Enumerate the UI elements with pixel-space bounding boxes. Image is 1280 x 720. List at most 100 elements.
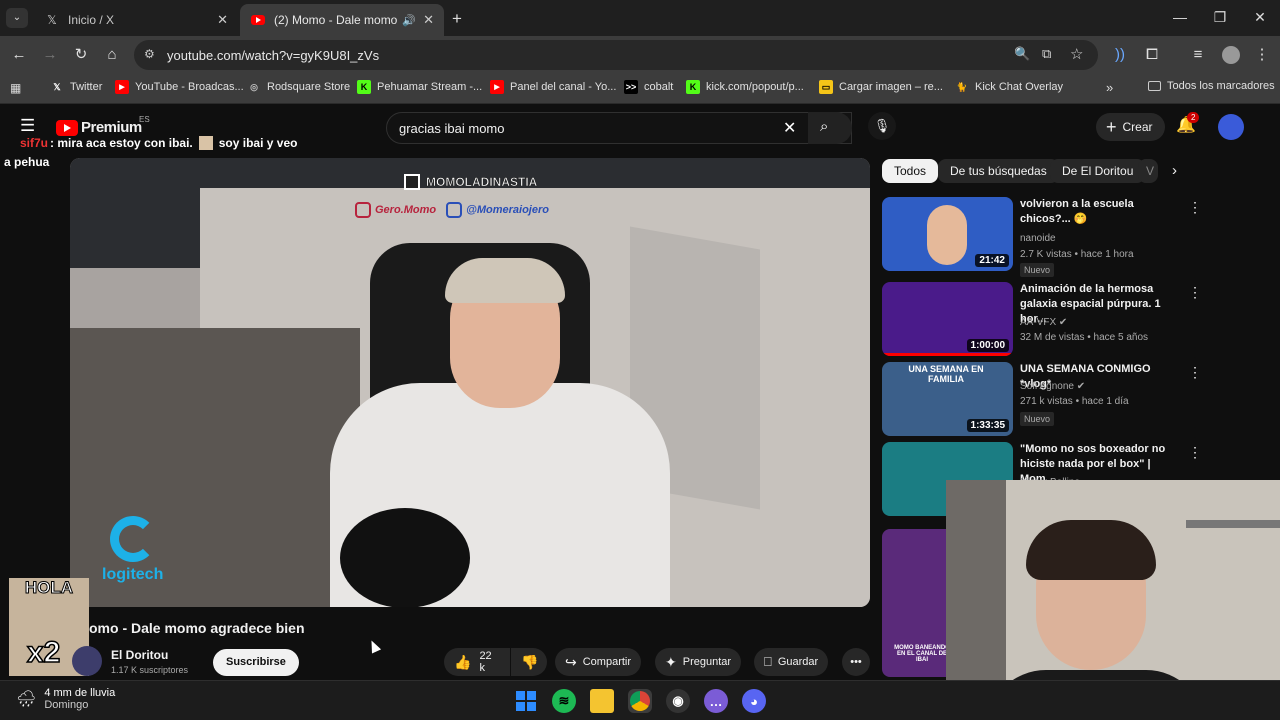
recommendation-item[interactable]: UNA SEMANA EN FAMILIA 1:33:35 UNA SEMANA… (882, 362, 1202, 438)
extensions-icon[interactable]: ⧠ (1142, 45, 1162, 65)
chip-de-tus-busquedas[interactable]: De tus búsquedas (938, 159, 1059, 183)
chevron-right-icon[interactable]: » (1106, 80, 1113, 95)
bookmark-cargar-imagen[interactable]: ▭ Cargar imagen – re... (819, 80, 943, 94)
apps-grid-icon[interactable]: ▦ (10, 81, 21, 95)
chat-app-icon[interactable]: … (704, 689, 728, 713)
search-input[interactable]: gracias ibai momo ✕ (386, 112, 852, 144)
emote-image (198, 136, 213, 150)
weather-day: Domingo (44, 699, 89, 711)
bookmark-youtube-broadcast[interactable]: ▶ YouTube - Broadcas... (115, 80, 244, 94)
reload-icon[interactable]: ↻ (71, 45, 91, 65)
search-icon: ⌕ (820, 118, 829, 135)
media-control-icon[interactable]: ≡ (1188, 45, 1208, 65)
notification-count: 2 (1187, 112, 1200, 123)
all-bookmarks[interactable]: Todos los marcadores (1148, 80, 1275, 92)
save-label: Guardar (777, 656, 819, 668)
more-vertical-icon[interactable]: ⋮ (1188, 199, 1202, 216)
spotify-icon[interactable]: ≋ (552, 689, 576, 713)
window-close-button[interactable]: ✕ (1250, 9, 1270, 26)
chat-overlay: sif7u : mira aca estoy con ibai. soy iba… (20, 136, 297, 150)
recommendation-item[interactable]: 1:00:00 Animación de la hermosa galaxia … (882, 282, 1202, 358)
search-button[interactable]: ⌕ (808, 112, 852, 144)
bookmark-label: Rodsquare Store (267, 81, 351, 93)
site-info-icon[interactable]: ⚙ (144, 47, 155, 61)
close-icon[interactable]: ✕ (217, 12, 228, 28)
cast-icon[interactable]: )) (1110, 45, 1130, 65)
recommendation-item[interactable]: 21:42 volvieron a la escuela chicos?... … (882, 197, 1202, 277)
video-meta: 32 M de vistas • hace 5 años (1020, 332, 1149, 343)
windows-start-icon[interactable] (514, 689, 538, 713)
profile-avatar[interactable] (1222, 46, 1240, 64)
bookmark-panel[interactable]: ▶ Panel del canal - Yo... (490, 80, 616, 94)
speaker-icon[interactable]: 🔊 (402, 14, 416, 27)
chrome-menu-icon[interactable]: ⋮ (1252, 45, 1272, 65)
video-thumbnail[interactable]: 1:00:00 (882, 282, 1013, 356)
share-label: Compartir (582, 656, 632, 668)
video-thumbnail[interactable]: 21:42 (882, 197, 1013, 271)
tab-x[interactable]: 𝕏 Inicio / X ✕ (34, 4, 238, 36)
new-tab-button[interactable]: + (452, 9, 462, 29)
ask-button[interactable]: ✦ Preguntar (655, 648, 742, 676)
region-badge: ES (139, 115, 150, 124)
clear-search-icon[interactable]: ✕ (783, 118, 796, 138)
channel-name[interactable]: El Doritou (111, 648, 168, 662)
bookmark-kick-chat-overlay[interactable]: 🐈 Kick Chat Overlay (955, 80, 1063, 94)
close-icon[interactable]: ✕ (423, 12, 434, 28)
hamburger-menu-icon[interactable]: ☰ (20, 116, 35, 136)
install-icon[interactable]: ⧉ (1042, 46, 1051, 62)
subscribe-label: Suscribirse (226, 656, 286, 668)
tab-search-button[interactable]: ⌄ (6, 8, 28, 28)
create-button[interactable]: + Crear (1096, 113, 1165, 141)
channel-name[interactable]: nanoide (1020, 233, 1056, 244)
channel-name[interactable]: AA-VFX (1020, 317, 1056, 328)
chrome-icon[interactable] (628, 689, 652, 713)
back-icon[interactable]: ← (9, 45, 29, 65)
like-button[interactable]: 👍 22 k (444, 648, 510, 676)
dislike-button[interactable]: 👎 (511, 648, 547, 676)
channel-avatar[interactable] (72, 646, 102, 676)
file-explorer-icon[interactable] (590, 689, 614, 713)
notifications-button[interactable]: 🔔 2 (1176, 112, 1200, 135)
discord-icon[interactable]: ◕ (742, 689, 766, 713)
bookmark-label: kick.com/popout/p... (706, 81, 804, 93)
restore-button[interactable]: ❐ (1210, 9, 1230, 26)
youtube-icon (56, 119, 78, 136)
minimize-button[interactable]: — (1170, 9, 1190, 25)
weather-widget[interactable]: 🌧 4 mm de lluvia Domingo (16, 687, 115, 711)
address-bar[interactable]: ⚙ youtube.com/watch?v=gyK9U8I_zVs 🔍 ⧉ ☆ (134, 40, 1098, 70)
more-vertical-icon[interactable]: ⋮ (1188, 284, 1202, 301)
forward-icon[interactable]: → (40, 45, 60, 65)
subscribe-button[interactable]: Suscribirse (213, 649, 299, 676)
bookmark-twitter[interactable]: 𝕏 Twitter (50, 80, 102, 94)
share-button[interactable]: ↪ Compartir (555, 648, 642, 676)
channel-name[interactable]: Sofi Agnone (1020, 381, 1074, 392)
voice-search-button[interactable]: 🎙 (868, 112, 896, 140)
bookmark-cobalt[interactable]: >> cobalt (624, 80, 673, 94)
chip-de-el-doritou[interactable]: De El Doritou (1050, 159, 1146, 183)
chip-more[interactable]: V (1138, 159, 1158, 183)
avatar[interactable] (1218, 114, 1244, 140)
youtube-logo[interactable]: Premium (56, 119, 142, 136)
overlay-text: Gero.Momo (375, 204, 437, 216)
video-player[interactable]: MOMOLADINASTIA Gero.Momo @Momeraiojero l… (70, 158, 870, 607)
more-actions-button[interactable]: ••• (842, 648, 870, 676)
home-icon[interactable]: ⌂ (102, 45, 122, 65)
thumbs-up-icon: 👍 (454, 653, 472, 670)
windows-taskbar: 🌧 4 mm de lluvia Domingo ≋ ◉ … ◕ (0, 680, 1280, 720)
more-vertical-icon[interactable]: ⋮ (1188, 364, 1202, 381)
video-title[interactable]: volvieron a la escuela chicos?... 🤭 (1020, 197, 1180, 227)
tab-youtube[interactable]: (2) Momo - Dale momo agr 🔊 ✕ (240, 4, 444, 36)
chip-todos[interactable]: Todos (882, 159, 939, 183)
save-button[interactable]: ⎕ Guardar (754, 648, 829, 676)
obs-icon[interactable]: ◉ (666, 689, 690, 713)
bookmark-rodsquare[interactable]: ◎ Rodsquare Store (247, 80, 350, 94)
bookmark-star-icon[interactable]: ☆ (1070, 45, 1083, 63)
chevron-right-icon[interactable]: › (1172, 162, 1177, 179)
bookmark-pehuamar[interactable]: K Pehuamar Stream -... (357, 80, 482, 94)
zoom-icon[interactable]: 🔍 (1014, 46, 1030, 62)
new-badge: Nuevo (1020, 412, 1055, 426)
more-vertical-icon[interactable]: ⋮ (1188, 444, 1202, 461)
mouse-cursor (366, 638, 382, 654)
bookmark-kick-popout[interactable]: Kkick.com/popout/p... (686, 80, 804, 94)
video-thumbnail[interactable]: UNA SEMANA EN FAMILIA 1:33:35 (882, 362, 1013, 436)
